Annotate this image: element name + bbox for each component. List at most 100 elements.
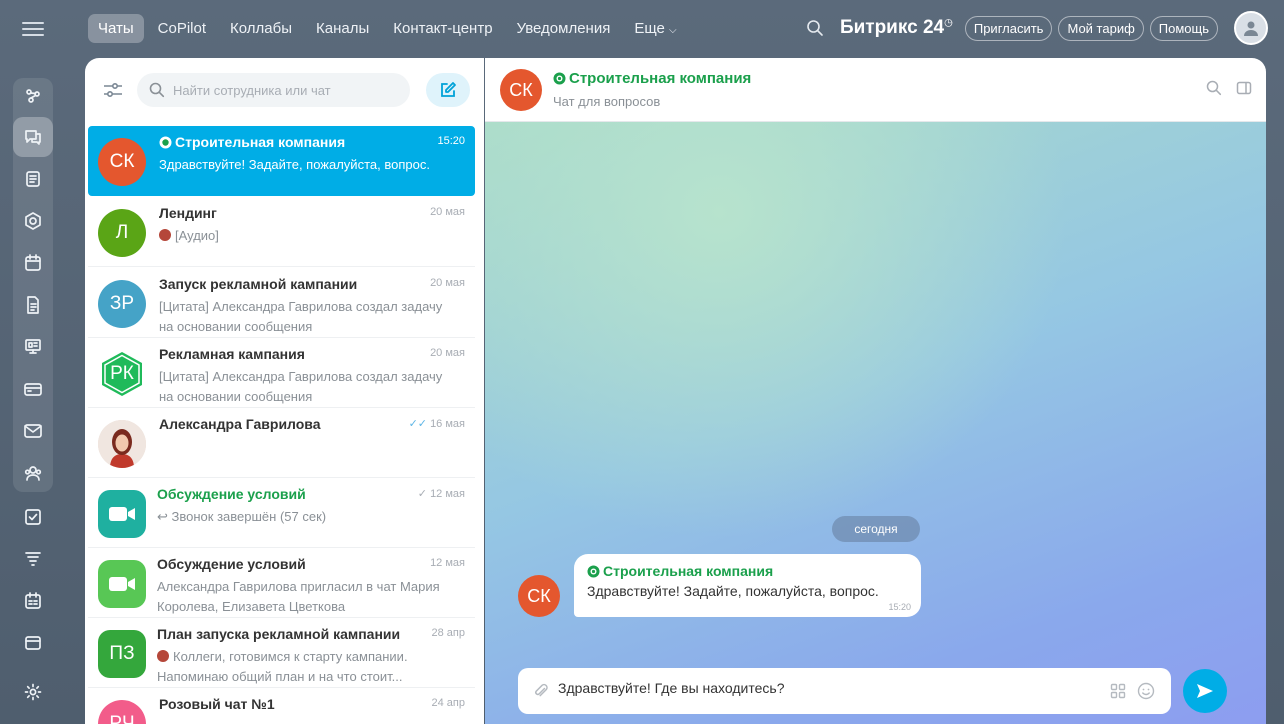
message-text: Здравствуйте! Задайте, пожалуйста, вопро…: [587, 583, 879, 599]
video-call-avatar: [98, 490, 146, 538]
open-channel-icon: [553, 72, 566, 85]
send-button[interactable]: [1183, 669, 1227, 713]
chat-preview: Здравствуйте! Задайте, пожалуйста, вопро…: [159, 157, 430, 172]
video-call-avatar: [98, 560, 146, 608]
chat-preview-text: Звонок завершён (57 сек): [171, 509, 327, 524]
chat-title: Лендинг: [159, 205, 217, 221]
chat-item-4[interactable]: Александра Гаврилова ✓✓ 16 мая: [88, 408, 475, 478]
conversation-title[interactable]: Строительная компания: [553, 70, 751, 87]
chat-date: 20 мая: [430, 206, 465, 218]
conversation-panel: СК Строительная компания Чат для вопросо…: [485, 58, 1266, 724]
emoji-icon[interactable]: [1137, 682, 1155, 700]
chat-item-8[interactable]: РЧ Розовый чат №1 24 апр: [88, 688, 475, 724]
chat-preview-text: Коллеги, готовимся к старту кампании. На…: [157, 649, 408, 684]
chat-title-text: Строительная компания: [175, 134, 346, 150]
chat-preview: Коллеги, готовимся к старту кампании. На…: [157, 647, 457, 687]
chat-preview: Александра Гаврилова пригласил в чат Мар…: [157, 579, 440, 614]
conversation-title-text: Строительная компания: [569, 70, 752, 87]
chat-date: 28 апр: [431, 627, 465, 639]
read-check-icon: ✓✓: [408, 418, 427, 430]
menu-icon[interactable]: [22, 18, 44, 38]
tab-contact-center[interactable]: Контакт-центр: [383, 14, 502, 43]
tab-channels[interactable]: Каналы: [306, 14, 379, 43]
message-avatar[interactable]: СК: [518, 575, 560, 617]
chat-list-panel: СК Строительная компания 15:20 Здравству…: [85, 58, 484, 724]
checklist-icon[interactable]: [13, 497, 53, 537]
open-channel-icon: [587, 565, 600, 578]
chat-item-7[interactable]: ПЗ План запуска рекламной кампании 28 ап…: [88, 618, 475, 688]
chat-date: 20 мая: [430, 277, 465, 289]
chat-item-6[interactable]: Обсуждение условий 12 мая Александра Гав…: [88, 548, 475, 618]
search-icon[interactable]: [806, 19, 824, 37]
schedule-icon[interactable]: [13, 581, 53, 621]
search-icon[interactable]: [1206, 80, 1222, 96]
chat-title: План запуска рекламной кампании: [157, 626, 401, 642]
send-icon: [1197, 684, 1213, 698]
message-author-text: Строительная компания: [603, 563, 774, 579]
documents-icon[interactable]: [13, 285, 53, 325]
tab-notifications[interactable]: Уведомления: [507, 14, 621, 43]
chat-date: ✓✓ 16 мая: [409, 417, 465, 430]
user-icon: [1244, 21, 1258, 36]
search-icon: [149, 82, 165, 98]
tasks-icon[interactable]: [13, 159, 53, 199]
calendar-icon[interactable]: [13, 243, 53, 283]
sender-avatar: [157, 650, 169, 662]
message-bubble[interactable]: Строительная компания Здравствуйте! Зада…: [574, 554, 921, 617]
feed-icon[interactable]: [13, 76, 53, 116]
chat-item-3[interactable]: РК Рекламная кампания 20 мая [Цитата] Ал…: [88, 338, 475, 408]
tariff-button[interactable]: Мой тариф: [1058, 15, 1144, 41]
chat-date-text: 12 мая: [430, 488, 465, 500]
chat-title: Запуск рекламной кампании: [159, 276, 358, 292]
chat-date-text: 16 мая: [430, 418, 465, 430]
chat-date: ✓ 12 мая: [418, 487, 465, 500]
paperclip-icon[interactable]: [532, 682, 550, 700]
tab-more[interactable]: Еще ⌵: [624, 14, 686, 43]
help-button[interactable]: Помощь: [1149, 15, 1218, 41]
message-author: Строительная компания: [587, 563, 773, 579]
conversation-tools: [1206, 80, 1252, 96]
tab-copilot[interactable]: CoPilot: [148, 14, 216, 43]
mail-icon[interactable]: [13, 411, 53, 451]
chat-search[interactable]: [137, 73, 410, 107]
crm-icon[interactable]: [13, 201, 53, 241]
chat-avatar-hexagon: РК: [98, 350, 146, 398]
top-nav: Чаты CoPilot Коллабы Каналы Контакт-цент…: [88, 11, 1284, 45]
chat-date: 20 мая: [430, 347, 465, 359]
message-area: сегодня СК Строительная компания Здравст…: [485, 122, 1266, 724]
message-input[interactable]: [558, 680, 1098, 696]
chat-item-5[interactable]: Обсуждение условий ✓ 12 мая ↩ Звонок зав…: [88, 478, 475, 548]
chat-icon[interactable]: [13, 117, 53, 157]
chat-item-0[interactable]: СК Строительная компания 15:20 Здравству…: [88, 126, 475, 196]
sidebar-toggle-icon[interactable]: [1236, 80, 1252, 96]
tab-chats[interactable]: Чаты: [88, 13, 144, 43]
chat-preview: [Аудио]: [159, 226, 459, 246]
brand-number: 24: [922, 17, 945, 38]
chat-avatar: СК: [98, 138, 146, 186]
invite-button[interactable]: Пригласить: [964, 15, 1053, 41]
profile-avatar[interactable]: [1234, 11, 1268, 45]
chat-item-1[interactable]: Л Лендинг 20 мая [Аудио]: [88, 197, 475, 267]
chat-preview: [Цитата] Александра Гаврилова создал зад…: [159, 299, 443, 334]
window-icon[interactable]: [13, 623, 53, 663]
conversation-avatar[interactable]: СК: [500, 69, 542, 111]
conversation-header: СК Строительная компания Чат для вопросо…: [485, 58, 1266, 122]
chat-item-2[interactable]: ЗР Запуск рекламной кампании 20 мая [Цит…: [88, 268, 475, 338]
filter-icon[interactable]: [13, 539, 53, 579]
new-chat-button[interactable]: [426, 73, 470, 107]
settings-icon[interactable]: [13, 672, 53, 712]
chat-avatar: РЧ: [98, 700, 146, 724]
top-right-group: Битрикс 24◷ Пригласить Мой тариф Помощь: [806, 11, 1268, 45]
tab-more-label: Еще: [634, 19, 665, 37]
sites-icon[interactable]: [13, 369, 53, 409]
brand-logo[interactable]: Битрикс 24◷: [840, 17, 953, 39]
search-input[interactable]: [173, 82, 393, 98]
apps-grid-icon[interactable]: [1110, 683, 1126, 699]
contacts-icon[interactable]: [13, 453, 53, 493]
tab-collabs[interactable]: Коллабы: [220, 14, 302, 43]
chat-date: 12 мая: [430, 557, 465, 569]
sender-avatar: [159, 229, 171, 241]
filter-settings-icon[interactable]: [99, 76, 127, 104]
chat-date: 24 апр: [431, 697, 465, 709]
boards-icon[interactable]: [13, 327, 53, 367]
